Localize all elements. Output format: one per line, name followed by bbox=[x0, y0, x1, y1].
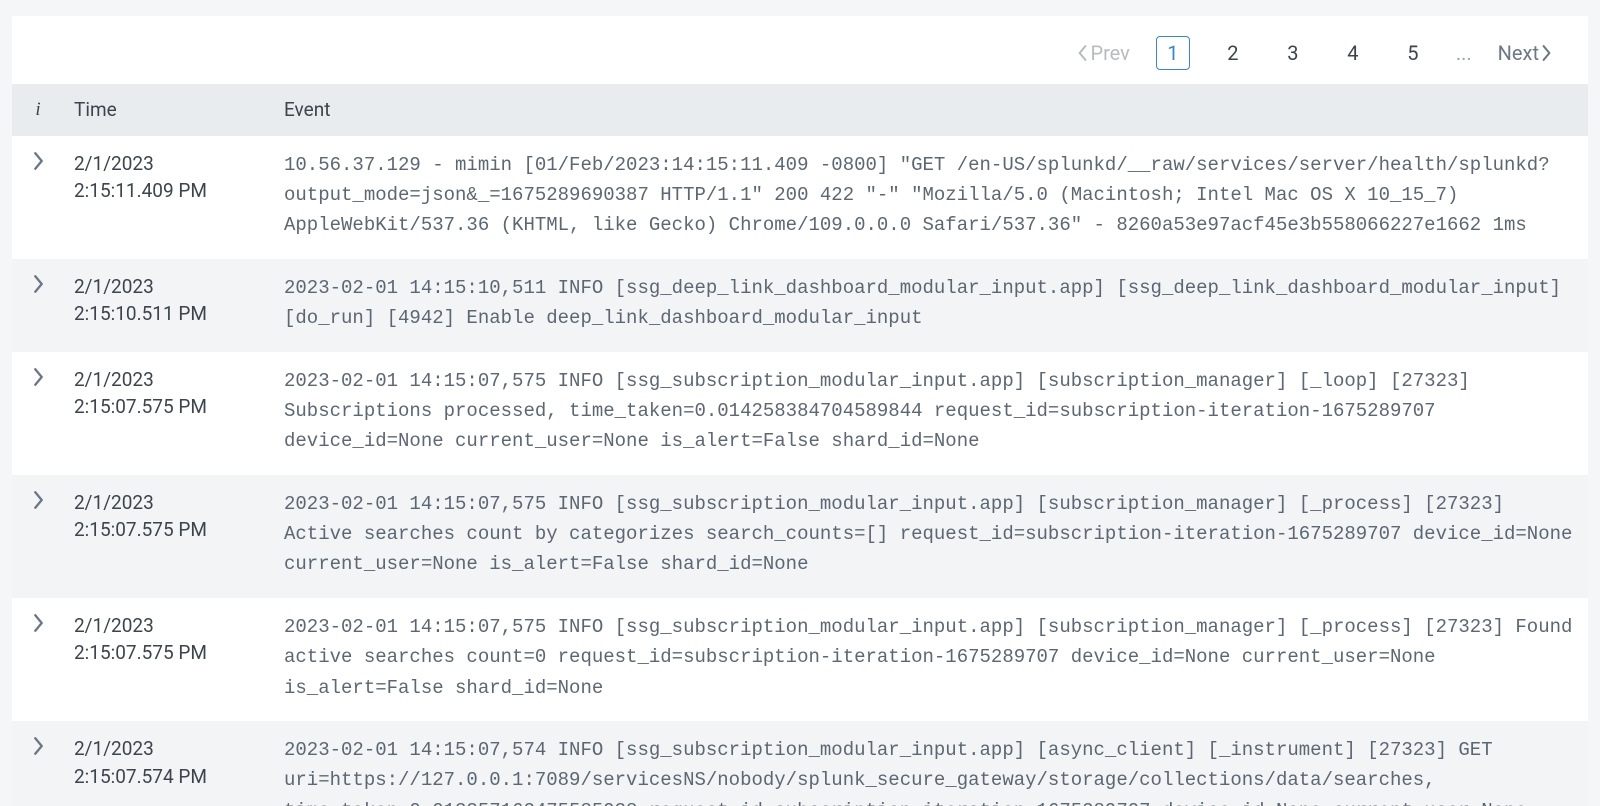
chevron-right-icon bbox=[33, 275, 44, 298]
event-time: 2/1/20232:15:11.409 PM bbox=[64, 136, 274, 259]
expand-toggle[interactable] bbox=[12, 598, 64, 721]
expand-toggle[interactable] bbox=[12, 721, 64, 806]
table-row: 2/1/20232:15:07.575 PM2023-02-01 14:15:0… bbox=[12, 475, 1588, 598]
chevron-left-icon bbox=[1077, 45, 1088, 61]
next-button[interactable]: Next bbox=[1498, 39, 1552, 68]
event-raw[interactable]: 2023-02-01 14:15:07,574 INFO [ssg_subscr… bbox=[274, 721, 1588, 806]
page-2[interactable]: 2 bbox=[1216, 36, 1250, 70]
event-time-value: 2:15:07.575 PM bbox=[74, 393, 264, 421]
event-raw[interactable]: 2023-02-01 14:15:07,575 INFO [ssg_subscr… bbox=[274, 352, 1588, 475]
event-date-value: 2/1/2023 bbox=[74, 489, 264, 517]
column-header-info[interactable]: i bbox=[12, 84, 64, 136]
event-time-value: 2:15:07.574 PM bbox=[74, 763, 264, 791]
page-3[interactable]: 3 bbox=[1276, 36, 1310, 70]
column-header-time[interactable]: Time bbox=[64, 84, 274, 136]
event-time-value: 2:15:10.511 PM bbox=[74, 300, 264, 328]
events-table: i Time Event 2/1/20232:15:11.409 PM10.56… bbox=[12, 84, 1588, 806]
chevron-right-icon bbox=[1541, 45, 1552, 61]
prev-button[interactable]: Prev bbox=[1077, 39, 1129, 68]
event-date-value: 2/1/2023 bbox=[74, 735, 264, 763]
expand-toggle[interactable] bbox=[12, 352, 64, 475]
event-date-value: 2/1/2023 bbox=[74, 273, 264, 301]
events-panel: Prev 1 2 3 4 5 ... Next i bbox=[12, 16, 1588, 806]
event-date-value: 2/1/2023 bbox=[74, 612, 264, 640]
table-row: 2/1/20232:15:07.575 PM2023-02-01 14:15:0… bbox=[12, 598, 1588, 721]
chevron-right-icon bbox=[33, 491, 44, 514]
event-date-value: 2/1/2023 bbox=[74, 150, 264, 178]
chevron-right-icon bbox=[33, 368, 44, 391]
event-time: 2/1/20232:15:10.511 PM bbox=[64, 259, 274, 352]
chevron-right-icon bbox=[33, 152, 44, 175]
page-ellipsis: ... bbox=[1456, 39, 1472, 68]
chevron-right-icon bbox=[33, 614, 44, 637]
event-raw[interactable]: 10.56.37.129 - mimin [01/Feb/2023:14:15:… bbox=[274, 136, 1588, 259]
event-time-value: 2:15:07.575 PM bbox=[74, 516, 264, 544]
table-row: 2/1/20232:15:10.511 PM2023-02-01 14:15:1… bbox=[12, 259, 1588, 352]
column-header-event[interactable]: Event bbox=[274, 84, 1588, 136]
event-time-value: 2:15:11.409 PM bbox=[74, 177, 264, 205]
event-time: 2/1/20232:15:07.574 PM bbox=[64, 721, 274, 806]
event-time: 2/1/20232:15:07.575 PM bbox=[64, 598, 274, 721]
event-raw[interactable]: 2023-02-01 14:15:07,575 INFO [ssg_subscr… bbox=[274, 475, 1588, 598]
table-row: 2/1/20232:15:11.409 PM10.56.37.129 - mim… bbox=[12, 136, 1588, 259]
event-time-value: 2:15:07.575 PM bbox=[74, 639, 264, 667]
table-row: 2/1/20232:15:07.575 PM2023-02-01 14:15:0… bbox=[12, 352, 1588, 475]
pagination: Prev 1 2 3 4 5 ... Next bbox=[12, 16, 1588, 84]
table-row: 2/1/20232:15:07.574 PM2023-02-01 14:15:0… bbox=[12, 721, 1588, 806]
event-raw[interactable]: 2023-02-01 14:15:10,511 INFO [ssg_deep_l… bbox=[274, 259, 1588, 352]
event-date-value: 2/1/2023 bbox=[74, 366, 264, 394]
page-1[interactable]: 1 bbox=[1156, 36, 1190, 70]
event-time: 2/1/20232:15:07.575 PM bbox=[64, 475, 274, 598]
page-4[interactable]: 4 bbox=[1336, 36, 1370, 70]
event-raw[interactable]: 2023-02-01 14:15:07,575 INFO [ssg_subscr… bbox=[274, 598, 1588, 721]
event-time: 2/1/20232:15:07.575 PM bbox=[64, 352, 274, 475]
prev-label: Prev bbox=[1090, 39, 1129, 68]
next-label: Next bbox=[1498, 39, 1539, 68]
page-5[interactable]: 5 bbox=[1396, 36, 1430, 70]
expand-toggle[interactable] bbox=[12, 475, 64, 598]
chevron-right-icon bbox=[33, 737, 44, 760]
expand-toggle[interactable] bbox=[12, 259, 64, 352]
expand-toggle[interactable] bbox=[12, 136, 64, 259]
